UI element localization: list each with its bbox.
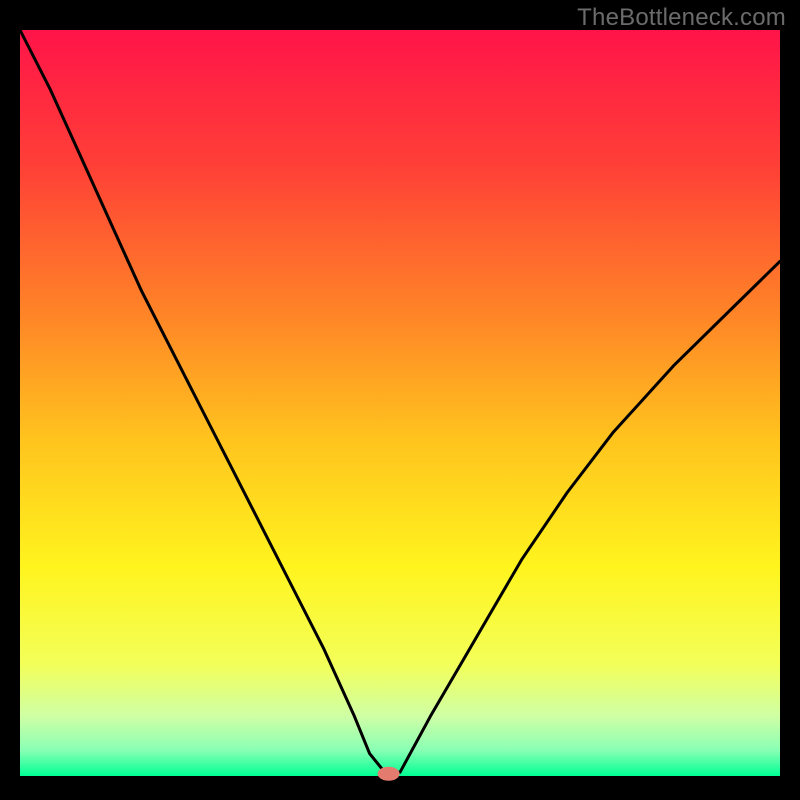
chart-frame: TheBottleneck.com xyxy=(0,0,800,800)
watermark-text: TheBottleneck.com xyxy=(577,4,786,32)
minimum-marker xyxy=(378,767,400,781)
bottleneck-chart xyxy=(0,0,800,800)
plot-background xyxy=(20,30,780,776)
